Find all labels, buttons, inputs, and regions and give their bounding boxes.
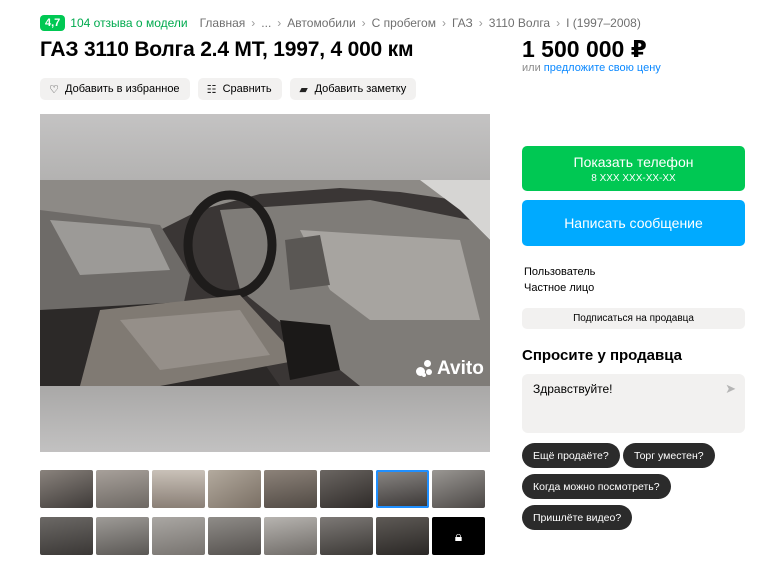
- thumbnail-row: 🔒︎: [40, 517, 490, 555]
- offer-prefix: или: [522, 62, 541, 74]
- heart-icon: ♡: [49, 83, 59, 96]
- message-input[interactable]: Здравствуйте! ➤: [522, 374, 745, 433]
- breadcrumb-used[interactable]: С пробегом: [372, 16, 436, 30]
- breadcrumb-brand[interactable]: ГАЗ: [452, 16, 473, 30]
- breadcrumb-generation[interactable]: I (1997–2008): [566, 16, 641, 30]
- show-phone-label: Показать телефон: [573, 154, 694, 170]
- offer-price-link[interactable]: предложите свою цену: [544, 62, 661, 74]
- thumbnail[interactable]: [152, 470, 205, 508]
- compare-label: Сравнить: [222, 83, 272, 95]
- thumbnail[interactable]: [40, 470, 93, 508]
- add-note-label: Добавить заметку: [314, 83, 407, 95]
- offer-line: или предложите свою цену: [522, 62, 661, 74]
- breadcrumb-ellipsis[interactable]: ...: [261, 16, 271, 30]
- thumbnail[interactable]: [96, 470, 149, 508]
- add-note-button[interactable]: ▰ Добавить заметку: [289, 78, 417, 100]
- show-phone-button[interactable]: Показать телефон 8 XXX XXX-XX-XX: [522, 146, 745, 191]
- thumbnail[interactable]: [96, 517, 149, 555]
- watermark-text: Avito: [437, 358, 484, 379]
- thumbnail[interactable]: [264, 517, 317, 555]
- quick-question-chip[interactable]: Торг уместен?: [623, 443, 715, 468]
- add-favorite-label: Добавить в избранное: [65, 83, 180, 95]
- thumbnail[interactable]: [432, 470, 485, 508]
- thumbnail-selected[interactable]: [376, 470, 429, 508]
- avito-watermark: Avito: [416, 358, 484, 380]
- compare-button[interactable]: ☷ Сравнить: [197, 78, 282, 100]
- rating-badge[interactable]: 4,7: [40, 15, 66, 31]
- write-message-button[interactable]: Написать сообщение: [522, 200, 745, 246]
- thumbnail[interactable]: [152, 517, 205, 555]
- thumbnail-row: [40, 470, 490, 508]
- compare-icon: ☷: [206, 83, 217, 96]
- reviews-link[interactable]: 104 отзыва о модели: [70, 16, 187, 30]
- photo-blur-top: [40, 114, 490, 180]
- thumbnail-locked[interactable]: 🔒︎: [432, 517, 485, 555]
- photo-blur-bottom: [40, 386, 490, 452]
- breadcrumb-separator: ›: [251, 16, 256, 30]
- listing-price: 1 500 000 ₽: [522, 36, 647, 62]
- thumbnail[interactable]: [320, 470, 373, 508]
- breadcrumb-separator: ›: [441, 16, 446, 30]
- subscribe-seller-button[interactable]: Подписаться на продавца: [522, 308, 745, 329]
- quick-question-chip[interactable]: Когда можно посмотреть?: [522, 474, 671, 499]
- listing-title: ГАЗ 3110 Волга 2.4 MT, 1997, 4 000 км: [40, 38, 414, 61]
- send-icon[interactable]: ➤: [725, 381, 736, 397]
- main-photo[interactable]: Avito: [40, 114, 490, 452]
- thumbnail-gallery: 🔒︎: [40, 470, 490, 564]
- thumbnail[interactable]: [208, 517, 261, 555]
- breadcrumb-home[interactable]: Главная: [200, 16, 246, 30]
- note-icon: ▰: [299, 83, 308, 96]
- breadcrumb-separator: ›: [361, 16, 366, 30]
- thumbnail[interactable]: [40, 517, 93, 555]
- thumbnail[interactable]: [376, 517, 429, 555]
- car-interior-image: [40, 180, 490, 386]
- quick-question-chip[interactable]: Ещё продаёте?: [522, 443, 620, 468]
- breadcrumb-cars[interactable]: Автомобили: [287, 16, 355, 30]
- breadcrumb-model[interactable]: 3110 Волга: [489, 16, 550, 30]
- quick-question-chip[interactable]: Пришлёте видео?: [522, 505, 633, 530]
- phone-mask: 8 XXX XXX-XX-XX: [591, 173, 676, 184]
- breadcrumb-separator: ›: [556, 16, 561, 30]
- thumbnail[interactable]: [320, 517, 373, 555]
- breadcrumb-separator: ›: [478, 16, 483, 30]
- breadcrumb-separator: ›: [277, 16, 282, 30]
- message-text[interactable]: Здравствуйте!: [533, 382, 613, 396]
- lock-icon: 🔒︎: [454, 527, 463, 544]
- breadcrumb-bar: 4,7 104 отзыва о модели Главная › ... › …: [40, 14, 641, 32]
- thumbnail[interactable]: [264, 470, 317, 508]
- add-favorite-button[interactable]: ♡ Добавить в избранное: [40, 78, 190, 100]
- thumbnail[interactable]: [208, 470, 261, 508]
- seller-type: Частное лицо: [524, 282, 595, 294]
- listing-actions: ♡ Добавить в избранное ☷ Сравнить ▰ Доба…: [40, 78, 417, 100]
- seller-name[interactable]: Пользователь: [524, 266, 595, 278]
- avito-logo-icon: [416, 360, 434, 378]
- ask-seller-title: Спросите у продавца: [522, 347, 682, 364]
